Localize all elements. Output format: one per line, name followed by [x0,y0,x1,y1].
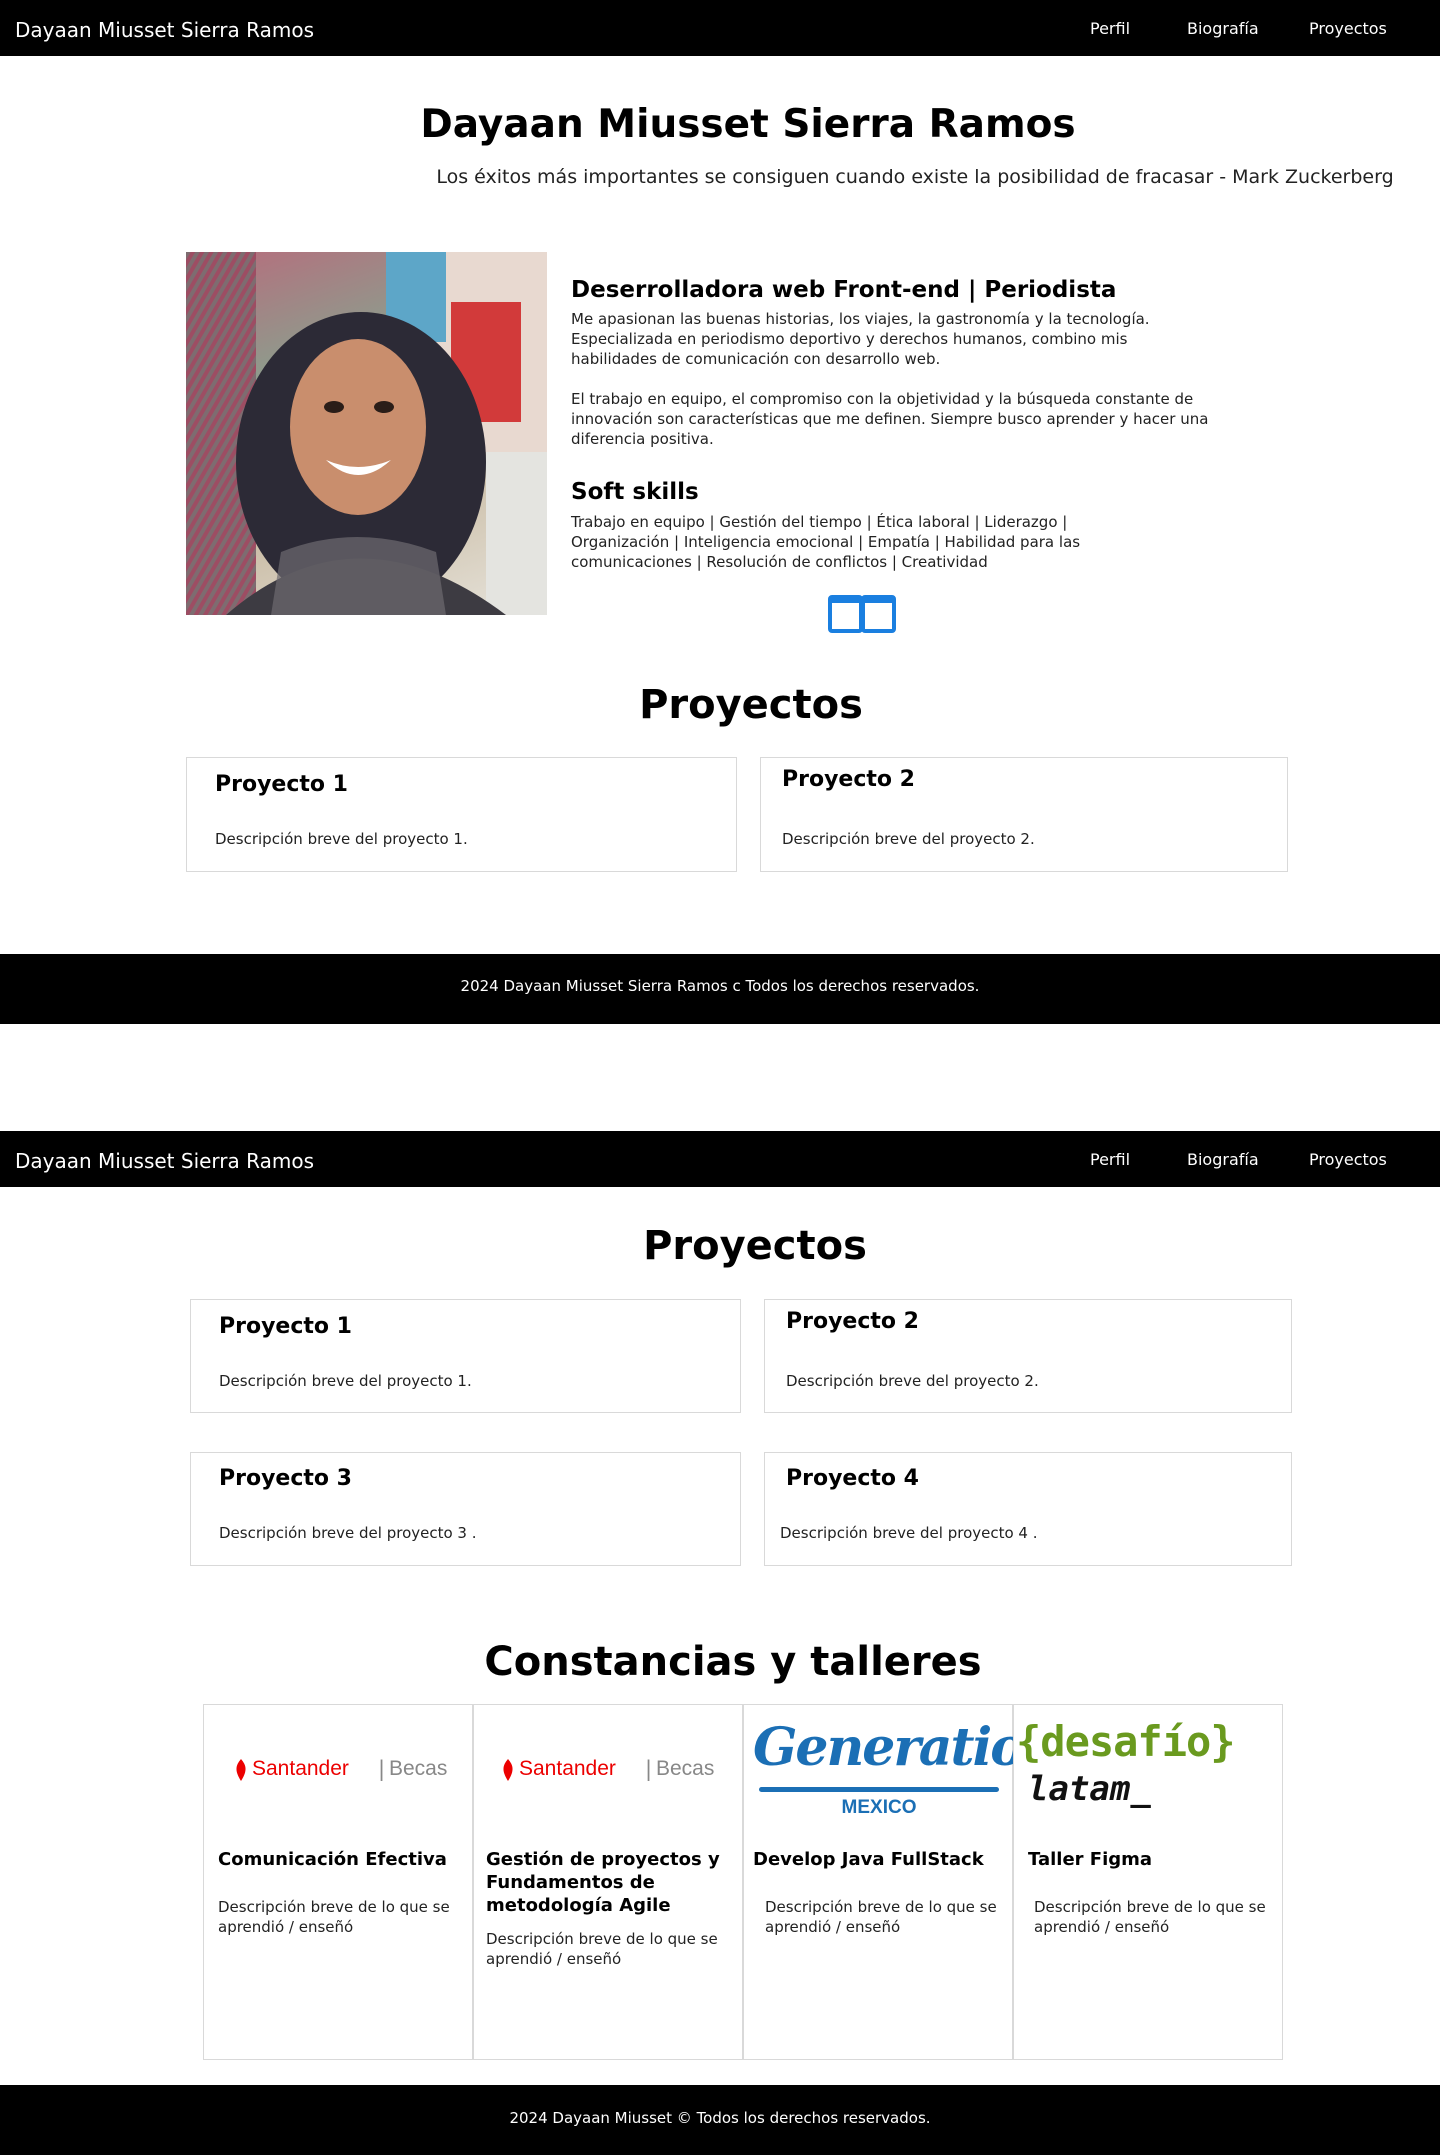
project-card[interactable]: Proyecto 1 Descripción breve del proyect… [190,1299,741,1413]
project-card[interactable]: Proyecto 2 Descripción breve del proyect… [764,1299,1292,1413]
projects-title: Proyectos [639,682,863,728]
certificate-title: Comunicación Efectiva [218,1849,447,1870]
certificate-title: Taller Figma [1028,1849,1153,1870]
project-description: Descripción breve del proyecto 1. [219,1372,472,1390]
certificate-description: Descripción breve de lo que se aprendió … [218,1898,450,1936]
constancias-title: Constancias y talleres [484,1639,982,1685]
site-brand[interactable]: Dayaan Miusset Sierra Ramos [15,1131,314,1191]
certificate-description: Descripción breve de lo que se aprendió … [1034,1898,1266,1936]
footer: 2024 Dayaan Miusset © Todos los derechos… [0,2085,1440,2155]
top-navbar: Dayaan Miusset Sierra Ramos Perfil Biogr… [0,1131,1440,1187]
project-title: Proyecto 1 [215,772,348,797]
project-description: Descripción breve del proyecto 2. [786,1372,1039,1390]
nav-link-biografia[interactable]: Biografía [1187,1131,1259,1188]
project-title: Proyecto 1 [219,1314,352,1339]
nav-link-biografia[interactable]: Biografía [1187,0,1259,57]
certificate-card[interactable]: Generation MEXICO Develop Java FullStack… [743,1704,1061,2060]
project-description: Descripción breve del proyecto 3 . [219,1524,477,1542]
project-title: Proyecto 4 [786,1466,919,1491]
nav-link-perfil[interactable]: Perfil [1090,0,1130,57]
footer: 2024 Dayaan Miusset Sierra Ramos c Todos… [0,954,1440,1024]
top-navbar: Dayaan Miusset Sierra Ramos Perfil Biogr… [0,0,1440,56]
certificate-card[interactable]: Santander | Becas Comunicación Efectiva … [203,1704,473,2060]
book-open-icon[interactable] [828,595,896,633]
project-title: Proyecto 3 [219,1466,352,1491]
certificate-card[interactable]: Santander | Becas Gestión de proyectos y… [473,1704,743,2060]
certificate-title: Develop Java FullStack [753,1849,984,1870]
profile-photo [186,252,547,615]
site-brand[interactable]: Dayaan Miusset Sierra Ramos [15,0,314,60]
nav-link-proyectos[interactable]: Proyectos [1309,1131,1387,1188]
nav-link-proyectos[interactable]: Proyectos [1309,0,1387,57]
page-title: Dayaan Miusset Sierra Ramos [420,102,1076,147]
project-description: Descripción breve del proyecto 1. [215,830,468,848]
project-card[interactable]: Proyecto 2 Descripción breve del proyect… [760,757,1288,872]
project-card[interactable]: Proyecto 4 Descripción breve del proyect… [764,1452,1292,1566]
certificate-description: Descripción breve de lo que se aprendió … [765,1898,997,1936]
profile-bio-2: El trabajo en equipo, el compromiso con … [571,390,1209,448]
footer-copyright: 2024 Dayaan Miusset © Todos los derechos… [509,2109,931,2127]
soft-skills-text: Trabajo en equipo | Gestión del tiempo |… [571,513,1081,571]
profile-bio-1: Me apasionan las buenas historias, los v… [571,310,1150,368]
desafio-latam-logo: {desafío} latam_ [1016,1717,1236,1809]
hero-quote: Los éxitos más importantes se consiguen … [436,166,1394,188]
project-description: Descripción breve del proyecto 2. [782,830,1035,848]
generation-mexico-logo: Generation MEXICO [753,1717,1061,1818]
projects-title: Proyectos [643,1223,867,1269]
nav-link-perfil[interactable]: Perfil [1090,1131,1130,1188]
footer-copyright: 2024 Dayaan Miusset Sierra Ramos c Todos… [460,977,980,995]
project-title: Proyecto 2 [782,767,915,792]
soft-skills-title: Soft skills [571,479,699,505]
profile-role: Deserrolladora web Front-end | Periodist… [571,277,1117,303]
certificate-description: Descripción breve de lo que se aprendió … [486,1930,718,1968]
project-title: Proyecto 2 [786,1309,919,1334]
certificate-title: Gestión de proyectos y Fundamentos de me… [486,1849,720,1916]
project-description: Descripción breve del proyecto 4 . [780,1524,1038,1542]
project-card[interactable]: Proyecto 1 Descripción breve del proyect… [186,757,737,872]
certificate-card[interactable]: {desafío} latam_ Taller Figma Descripció… [1013,1704,1283,2060]
project-card[interactable]: Proyecto 3 Descripción breve del proyect… [190,1452,741,1566]
